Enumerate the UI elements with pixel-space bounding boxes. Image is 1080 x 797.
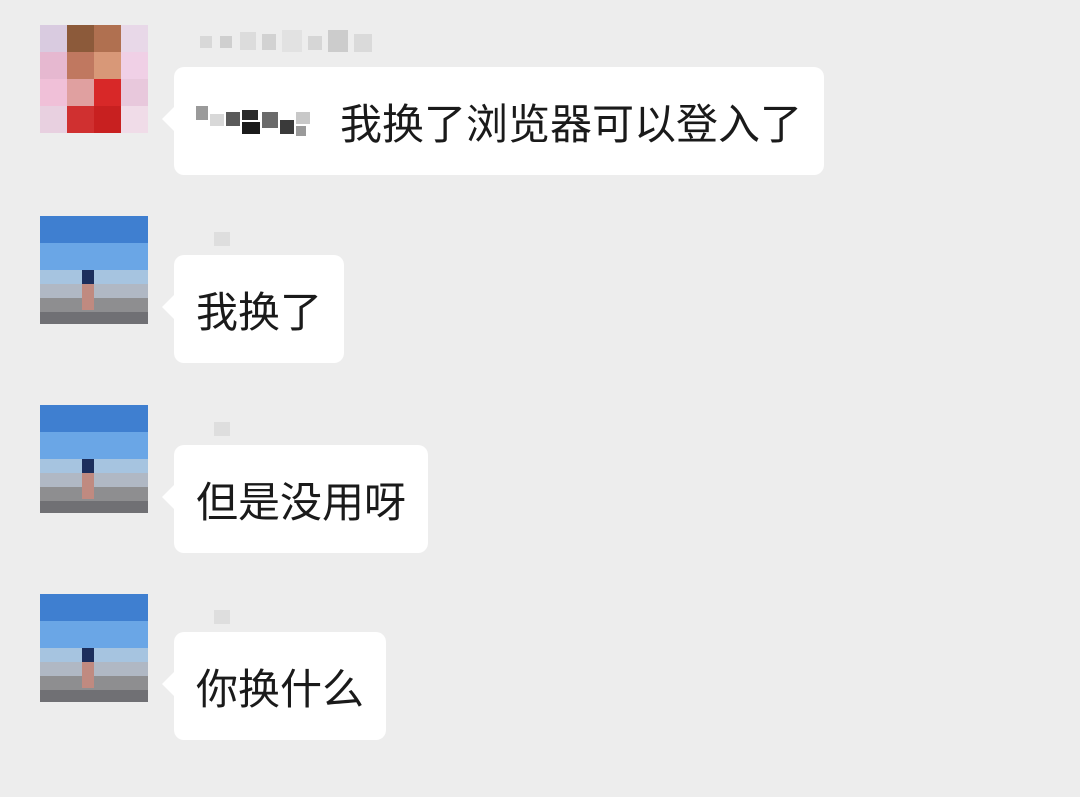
avatar-red-shirt-pixelated-icon <box>40 25 148 133</box>
avatar[interactable] <box>40 216 148 324</box>
message-bubble[interactable]: 我换了 <box>161 255 345 363</box>
message-text: 你换什么 <box>196 664 365 714</box>
message-bubble[interactable]: 你换什么 <box>161 632 387 740</box>
sender-name-blurred <box>200 604 260 626</box>
message-text: 我换了浏览器可以登入了 <box>340 99 803 149</box>
mention-blurred <box>196 94 326 148</box>
avatar-sky-pixelated-icon <box>40 216 148 324</box>
chat-message-list: 我换了浏览器可以登入了 我换了 但是没用呀 你换什么 <box>0 0 1080 797</box>
chat-message: 我换了 <box>0 190 1080 380</box>
sender-name-blurred <box>200 416 260 438</box>
message-text: 但是没用呀 <box>196 477 407 527</box>
message-bubble[interactable]: 但是没用呀 <box>161 445 429 553</box>
sender-name-blurred <box>200 30 380 52</box>
sender-name-blurred <box>200 226 260 248</box>
avatar-sky-pixelated-icon <box>40 405 148 513</box>
avatar[interactable] <box>40 594 148 702</box>
avatar[interactable] <box>40 405 148 513</box>
chat-message: 我换了浏览器可以登入了 <box>0 0 1080 190</box>
chat-message: 但是没用呀 <box>0 380 1080 570</box>
avatar[interactable] <box>40 25 148 133</box>
avatar-sky-pixelated-icon <box>40 594 148 702</box>
chat-message: 你换什么 <box>0 570 1080 760</box>
message-bubble[interactable]: 我换了浏览器可以登入了 <box>161 67 825 175</box>
message-text: 我换了 <box>196 287 323 337</box>
